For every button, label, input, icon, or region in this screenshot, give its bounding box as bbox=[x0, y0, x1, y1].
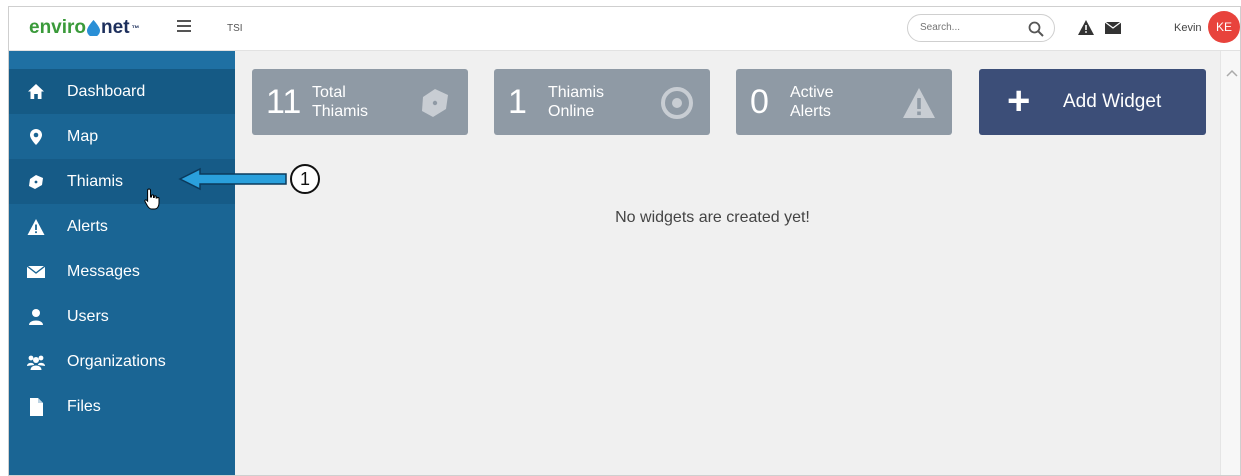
alerts-warning-icon[interactable] bbox=[1078, 20, 1094, 35]
app-window: enviro net ™ TSI Kevin KE bbox=[8, 6, 1241, 476]
file-icon bbox=[30, 397, 43, 416]
sidebar-item-label: Thiamis bbox=[67, 172, 124, 190]
stat-label-line2: Online bbox=[548, 103, 595, 120]
search-box[interactable] bbox=[907, 14, 1055, 42]
messages-envelope-icon[interactable] bbox=[1105, 22, 1121, 34]
stat-label-line2: Alerts bbox=[790, 103, 831, 120]
thiamis-device-icon bbox=[29, 174, 43, 189]
water-drop-icon bbox=[87, 20, 101, 36]
stat-label: Active Alerts bbox=[790, 83, 890, 121]
callout-number: 1 bbox=[290, 164, 320, 194]
stat-card-total-thiamis[interactable]: 11 Total Thiamis bbox=[252, 69, 468, 135]
sidebar: Dashboard Map Thiamis Alerts Messages Us… bbox=[9, 51, 235, 475]
sidebar-item-label: Alerts bbox=[67, 217, 108, 235]
stat-label: Total Thiamis bbox=[312, 83, 412, 121]
sidebar-item-map[interactable]: Map bbox=[9, 114, 235, 159]
search-input[interactable] bbox=[920, 22, 1020, 33]
top-bar: enviro net ™ TSI Kevin KE bbox=[9, 7, 1240, 51]
annotation-arrow-icon bbox=[178, 167, 287, 191]
hamburger-menu-icon[interactable] bbox=[177, 20, 191, 34]
logo-trademark: ™ bbox=[131, 23, 140, 33]
add-widget-button[interactable]: + Add Widget bbox=[979, 69, 1206, 135]
user-icon bbox=[29, 308, 43, 325]
stat-label-line1: Total bbox=[312, 84, 346, 101]
sidebar-item-label: Map bbox=[67, 127, 99, 145]
empty-widgets-message: No widgets are created yet! bbox=[615, 209, 810, 226]
sidebar-item-users[interactable]: Users bbox=[9, 294, 235, 339]
envelope-icon bbox=[27, 264, 45, 278]
stat-label: Thiamis Online bbox=[548, 83, 648, 121]
users-group-icon bbox=[27, 355, 45, 370]
chevron-up-icon[interactable] bbox=[1226, 69, 1238, 77]
logo-text-net: net bbox=[101, 17, 130, 38]
warning-icon bbox=[903, 88, 935, 118]
stat-number: 0 bbox=[750, 83, 769, 121]
stat-label-line1: Active bbox=[790, 84, 834, 101]
sidebar-item-label: Organizations bbox=[67, 352, 166, 370]
sidebar-item-organizations[interactable]: Organizations bbox=[9, 339, 235, 384]
stat-card-thiamis-online[interactable]: 1 Thiamis Online bbox=[494, 69, 710, 135]
scrollbar[interactable] bbox=[1220, 51, 1240, 475]
map-marker-icon bbox=[30, 128, 42, 145]
stat-number: 1 bbox=[508, 83, 527, 121]
plus-icon: + bbox=[1007, 79, 1031, 123]
sidebar-item-label: Users bbox=[67, 307, 109, 325]
stat-card-active-alerts[interactable]: 0 Active Alerts bbox=[736, 69, 952, 135]
stat-label-line1: Thiamis bbox=[548, 84, 605, 101]
sidebar-item-label: Files bbox=[67, 397, 101, 415]
sidebar-item-alerts[interactable]: Alerts bbox=[9, 204, 235, 249]
warning-icon bbox=[27, 218, 45, 235]
sidebar-item-dashboard[interactable]: Dashboard bbox=[9, 69, 235, 114]
hand-pointer-cursor-icon bbox=[144, 188, 160, 210]
thiamis-device-icon bbox=[422, 89, 448, 117]
main-content: 11 Total Thiamis 1 Thiamis Online 0 Acti… bbox=[235, 51, 1220, 475]
sidebar-item-label: Dashboard bbox=[67, 82, 146, 100]
organization-label[interactable]: TSI bbox=[227, 23, 243, 34]
sidebar-item-messages[interactable]: Messages bbox=[9, 249, 235, 294]
home-icon bbox=[28, 83, 44, 99]
logo-text-enviro: enviro bbox=[29, 17, 87, 38]
logo[interactable]: enviro net ™ bbox=[29, 17, 140, 39]
sidebar-top-strip bbox=[9, 51, 235, 69]
search-icon[interactable] bbox=[1028, 21, 1044, 37]
add-widget-label: Add Widget bbox=[1063, 91, 1162, 112]
stat-label-line2: Thiamis bbox=[312, 103, 369, 120]
user-name[interactable]: Kevin bbox=[1174, 22, 1202, 34]
sidebar-item-label: Messages bbox=[67, 262, 140, 280]
stat-number: 11 bbox=[266, 83, 302, 121]
avatar[interactable]: KE bbox=[1208, 11, 1240, 43]
target-icon bbox=[661, 87, 693, 119]
sidebar-item-files[interactable]: Files bbox=[9, 384, 235, 429]
